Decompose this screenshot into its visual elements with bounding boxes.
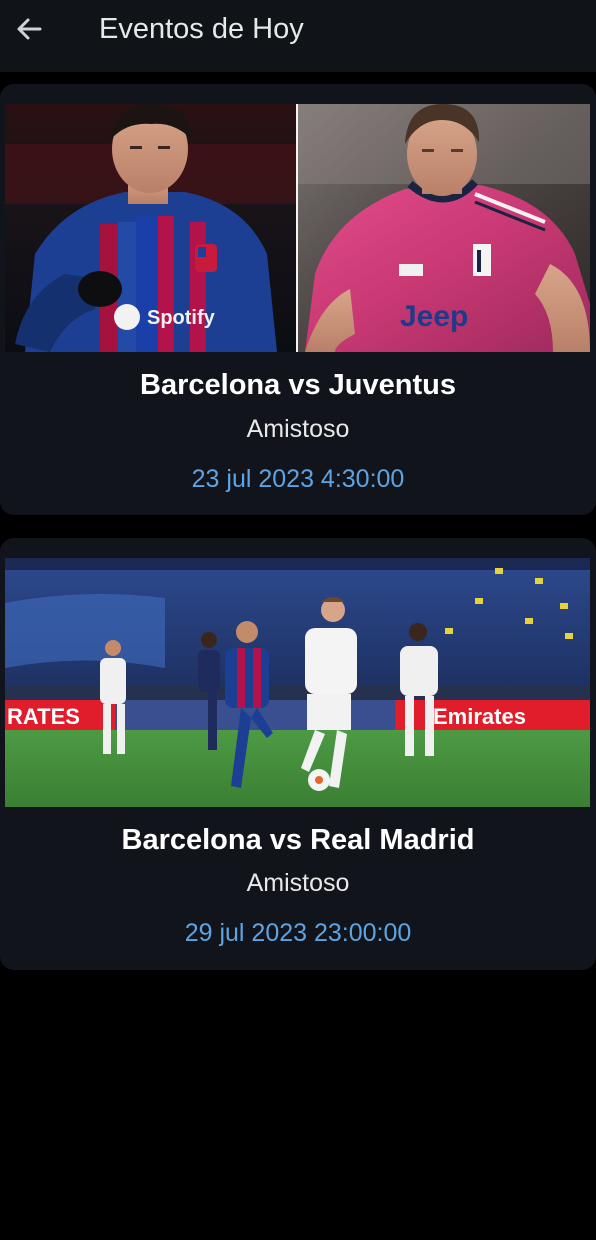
event-image: Spotify Jeep — [5, 104, 590, 352]
event-datetime: 23 jul 2023 4:30:00 — [191, 465, 405, 493]
event-image: RATES Emirates — [5, 558, 590, 807]
players-photo: Spotify Jeep — [5, 104, 590, 352]
event-type: Amistoso — [246, 415, 350, 443]
event-title: Barcelona vs Juventus — [140, 369, 456, 401]
event-card[interactable]: Spotify Jeep Barcelona vs Juventus Amist… — [0, 84, 596, 515]
event-title: Barcelona vs Real Madrid — [121, 824, 475, 856]
svg-text:Spotify: Spotify — [147, 307, 216, 329]
svg-text:Emirates: Emirates — [433, 704, 526, 729]
svg-text:Jeep: Jeep — [400, 300, 468, 333]
app-bar: Eventos de Hoy — [0, 0, 596, 72]
match-photo: RATES Emirates — [5, 558, 590, 807]
back-button[interactable] — [8, 8, 50, 50]
svg-text:RATES: RATES — [7, 704, 80, 729]
event-card[interactable]: RATES Emirates Barcelona vs Real Madrid … — [0, 538, 596, 970]
page-title: Eventos de Hoy — [99, 13, 304, 45]
arrow-back-icon — [17, 18, 42, 40]
event-datetime: 29 jul 2023 23:00:00 — [184, 919, 412, 947]
event-type: Amistoso — [246, 869, 350, 897]
